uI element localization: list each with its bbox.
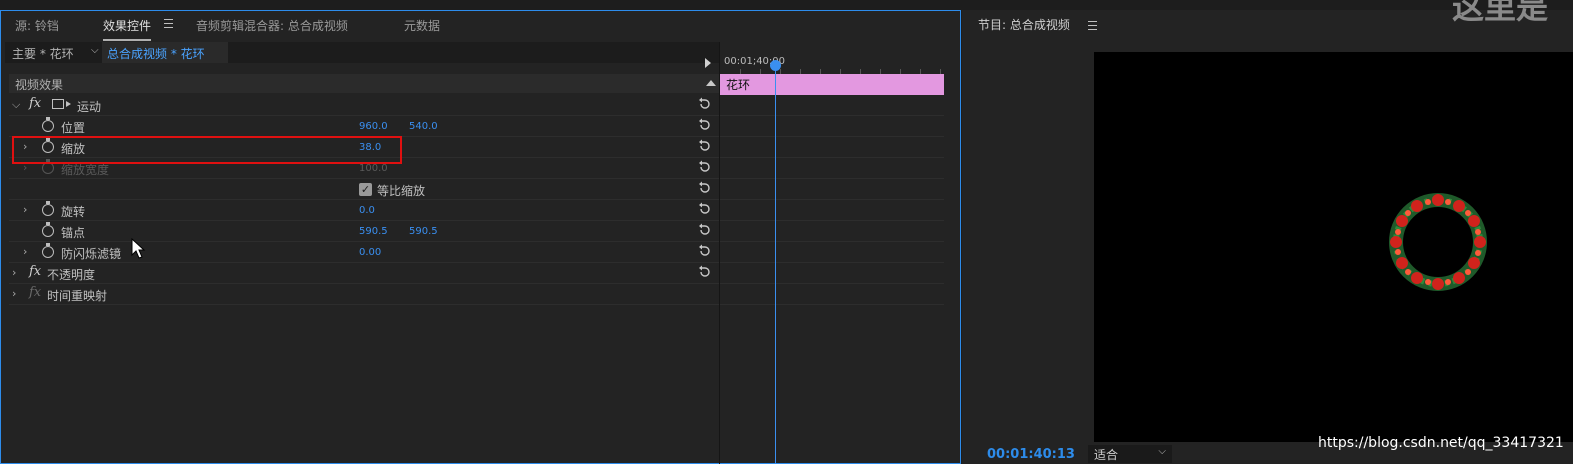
- playhead-handle[interactable]: [770, 60, 781, 71]
- position-x-value[interactable]: 960.0: [359, 121, 388, 132]
- master-clip-label[interactable]: 主要 * 花环: [12, 45, 74, 62]
- expand-chevron-icon[interactable]: ›: [23, 203, 27, 216]
- tab-audio-clip-mixer[interactable]: 音频剪辑混合器: 总合成视频: [196, 17, 348, 34]
- stopwatch-icon[interactable]: [42, 222, 54, 237]
- motion-arrow-icon: [66, 101, 71, 107]
- scale-width-value: 100.0: [359, 163, 388, 174]
- fx-icon[interactable]: fx: [29, 96, 41, 111]
- panel-menu-icon[interactable]: [1088, 21, 1097, 30]
- zoom-fit-value: 适合: [1094, 448, 1119, 462]
- uniform-scale-checkbox[interactable]: ✓: [359, 183, 372, 196]
- mouse-cursor-icon: [131, 238, 146, 259]
- watermark-url: https://blog.csdn.net/qq_33417321: [1318, 435, 1564, 451]
- time-remapping-label: 时间重映射: [47, 289, 108, 303]
- tab-source[interactable]: 源: 铃铛: [15, 17, 59, 34]
- tab-effect-controls-label: 效果控件: [103, 19, 152, 33]
- reset-icon[interactable]: [698, 97, 712, 111]
- panel-tab-bar: 源: 铃铛 效果控件 音频剪辑混合器: 总合成视频 元数据: [1, 11, 960, 41]
- reset-icon[interactable]: [698, 160, 712, 174]
- sequence-clip-tab[interactable]: 总合成视频 * 花环: [102, 42, 228, 63]
- expand-chevron-icon[interactable]: ⌵: [12, 98, 20, 112]
- reset-icon[interactable]: [698, 265, 712, 279]
- reset-icon[interactable]: [698, 139, 712, 153]
- stopwatch-icon[interactable]: [42, 243, 54, 258]
- scroll-up-icon[interactable]: [706, 80, 716, 86]
- expand-chevron-icon[interactable]: ›: [12, 287, 16, 300]
- video-effects-section-header: 视频效果: [9, 74, 719, 93]
- reset-icon[interactable]: [698, 202, 712, 216]
- chevron-down-icon: ⌵: [1158, 446, 1166, 457]
- highlight-annotation-box: [12, 136, 402, 164]
- effect-controls-header: 主要 * 花环 ⌵ 总合成视频 * 花环: [5, 42, 719, 63]
- active-tab-underline: [103, 39, 152, 41]
- reset-icon[interactable]: [698, 244, 712, 258]
- program-monitor-title[interactable]: 节目: 总合成视频: [978, 16, 1070, 33]
- anchor-label: 锚点: [61, 226, 86, 240]
- rotation-value[interactable]: 0.0: [359, 205, 375, 216]
- anchor-x-value[interactable]: 590.5: [359, 226, 388, 237]
- timeline-clip-label: 花环: [726, 78, 751, 92]
- chevron-down-icon[interactable]: ⌵: [91, 45, 99, 56]
- program-monitor-panel: 节目: 总合成视频 这里是 00:01:40:13 适合 ⌵ https://b…: [962, 0, 1573, 464]
- anchor-y-value[interactable]: 590.5: [409, 226, 438, 237]
- timeline-clip[interactable]: 花环: [720, 74, 944, 95]
- playhead-line[interactable]: [775, 62, 776, 464]
- reset-icon[interactable]: [698, 223, 712, 237]
- anti-flicker-value[interactable]: 0.00: [359, 247, 381, 258]
- reset-icon[interactable]: [698, 181, 712, 195]
- motion-label: 运动: [77, 100, 102, 114]
- effect-controls-timeline[interactable]: 00:01;40:00 花环: [720, 52, 944, 464]
- panel-menu-icon[interactable]: [164, 19, 173, 28]
- expand-chevron-icon[interactable]: ›: [23, 245, 27, 258]
- video-effects-label: 视频效果: [15, 78, 64, 92]
- tab-effect-controls[interactable]: 效果控件: [103, 17, 152, 41]
- reset-icon[interactable]: [698, 118, 712, 132]
- tab-metadata[interactable]: 元数据: [404, 17, 440, 34]
- anti-flicker-label: 防闪烁滤镜: [61, 247, 122, 261]
- position-y-value[interactable]: 540.0: [409, 121, 438, 132]
- flower-wreath-image: [1389, 193, 1487, 291]
- stopwatch-icon[interactable]: [42, 201, 54, 216]
- overlay-caption-text: 这里是: [1452, 0, 1549, 26]
- expand-chevron-icon[interactable]: ›: [12, 266, 16, 279]
- zoom-fit-dropdown[interactable]: 适合 ⌵: [1088, 445, 1172, 463]
- program-playhead-timecode[interactable]: 00:01:40:13: [987, 447, 1075, 462]
- position-label: 位置: [61, 121, 86, 135]
- rotation-label: 旋转: [61, 205, 86, 219]
- motion-transform-icon[interactable]: [52, 99, 64, 109]
- play-arrow-icon[interactable]: [705, 58, 711, 68]
- stopwatch-icon[interactable]: [42, 117, 54, 132]
- fx-icon: fx: [29, 285, 42, 300]
- program-video-display[interactable]: [1094, 52, 1573, 442]
- uniform-scale-label: 等比缩放: [377, 184, 426, 198]
- opacity-label: 不透明度: [47, 268, 96, 282]
- fx-icon[interactable]: fx: [29, 264, 41, 279]
